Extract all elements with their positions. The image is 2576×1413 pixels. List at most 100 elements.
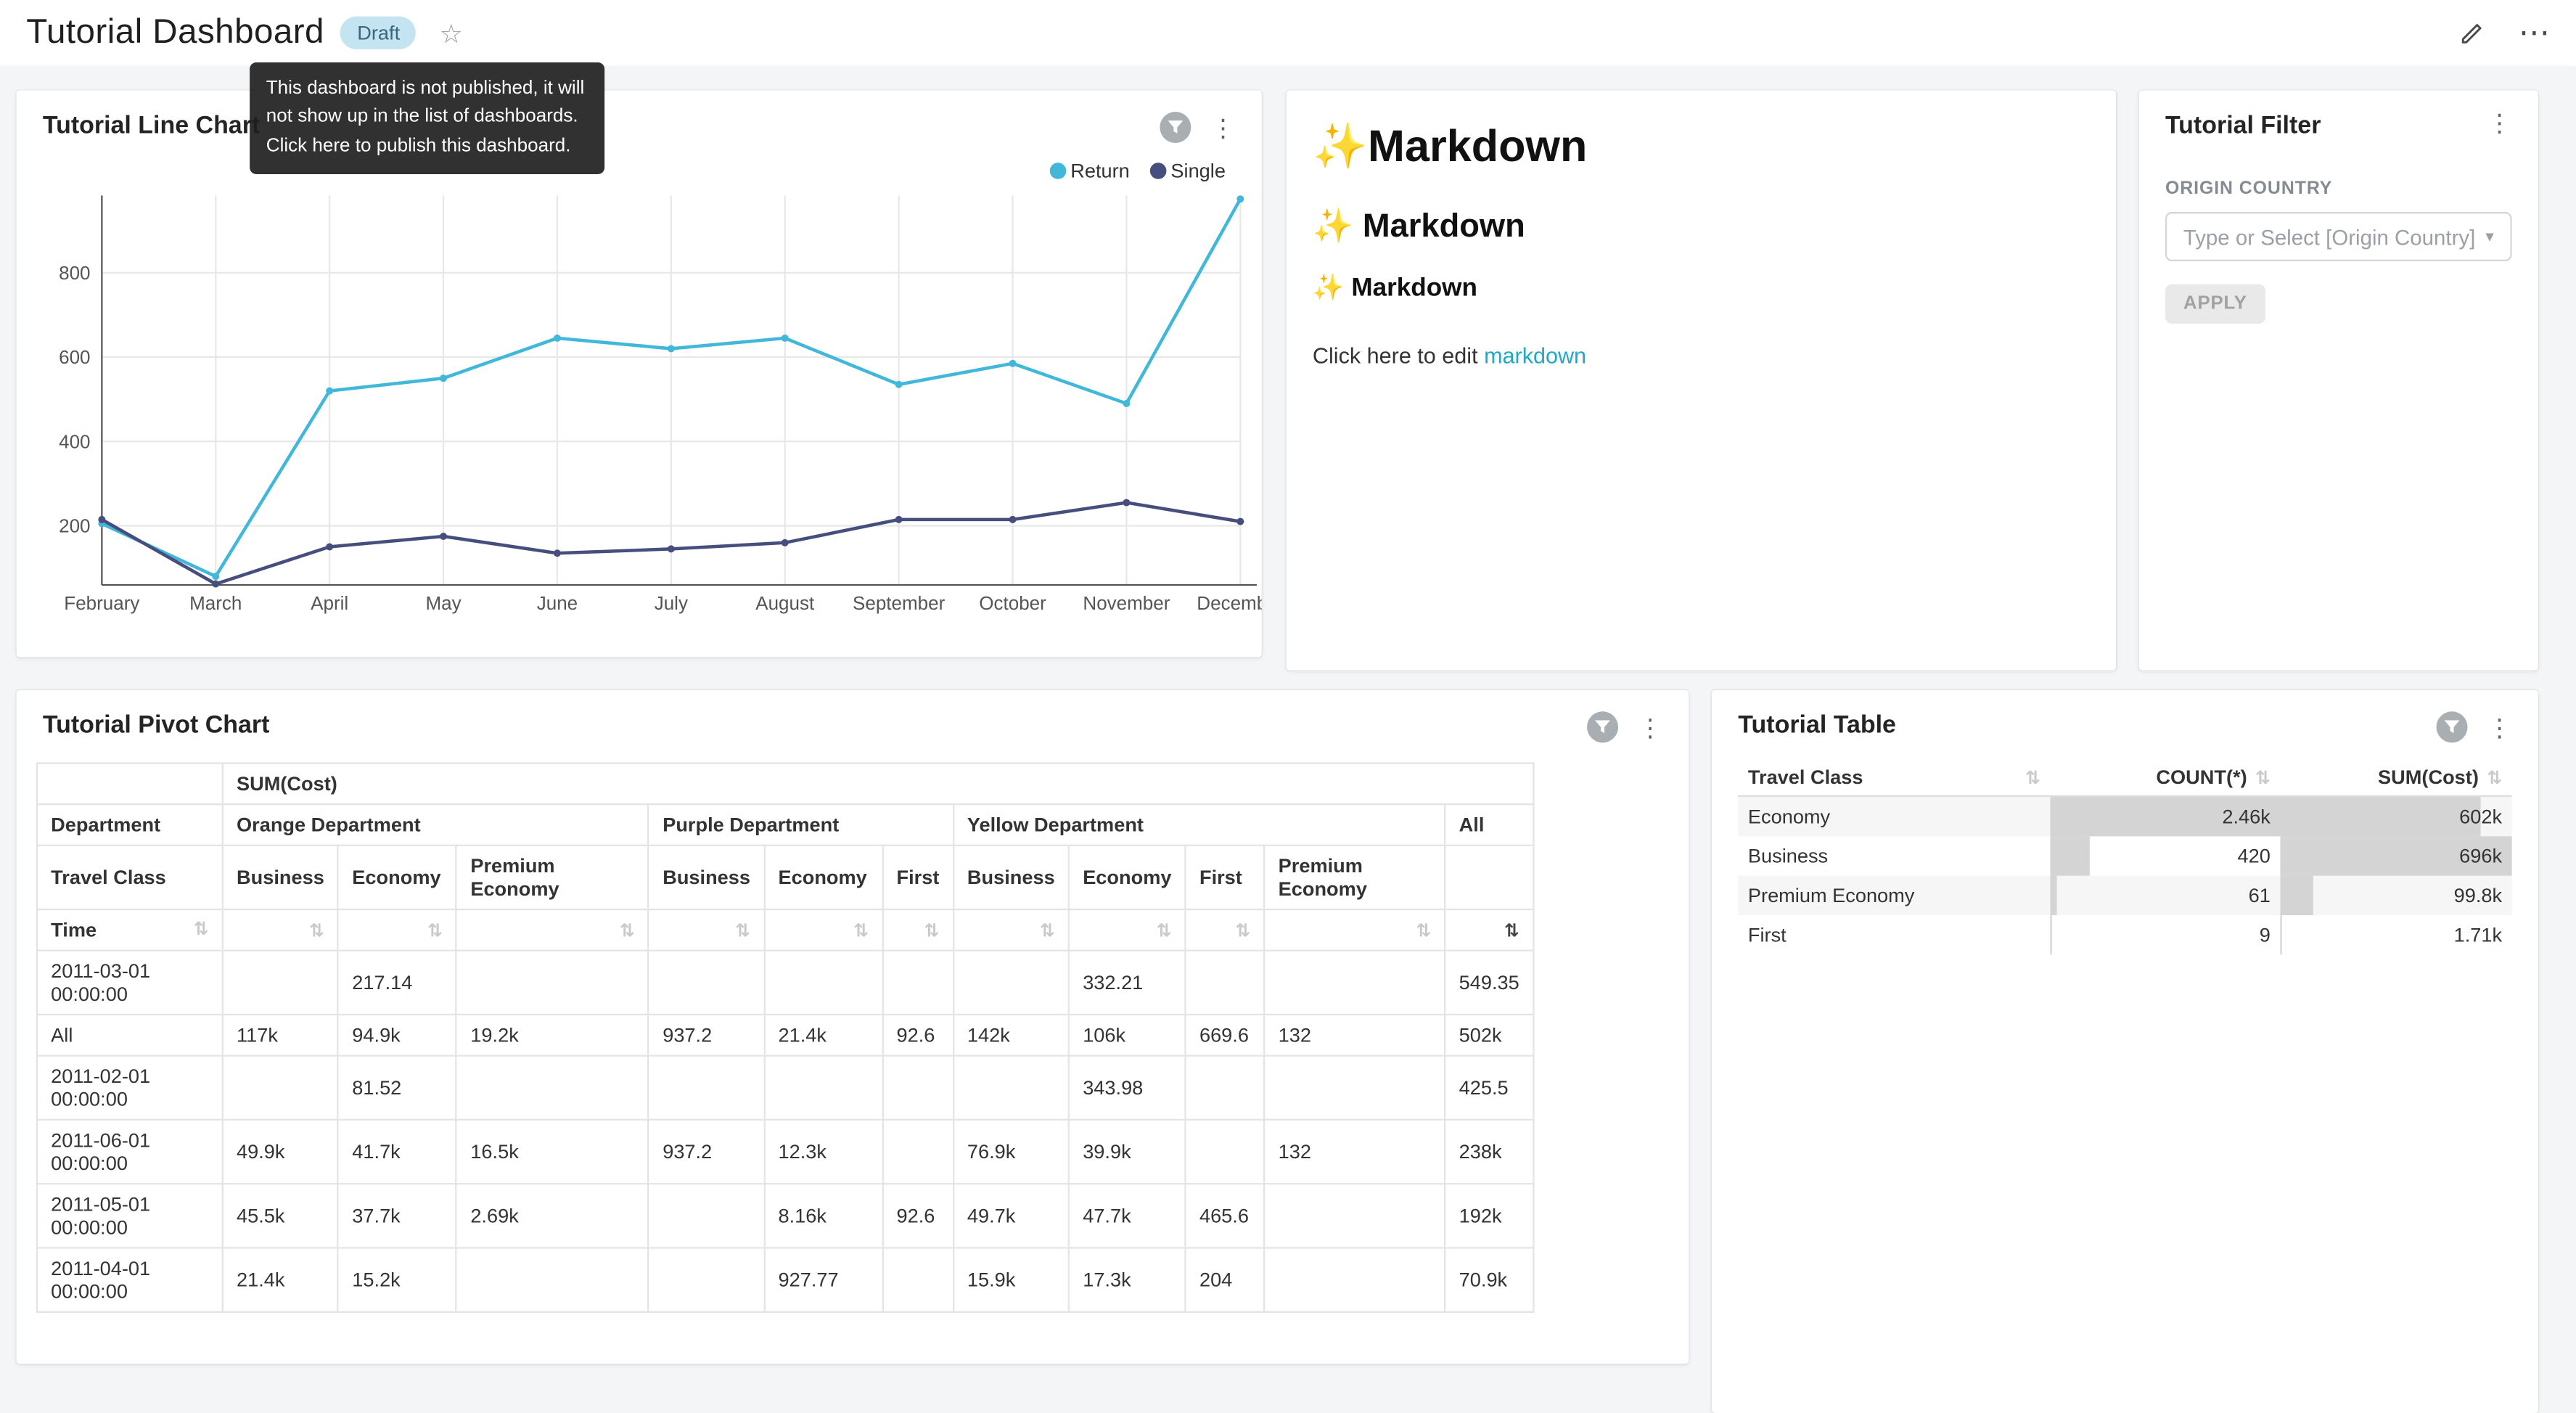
column-header-count[interactable]: COUNT(*)⇅ <box>2050 759 2280 796</box>
cell-count: 9 <box>2050 915 2280 954</box>
value-bar <box>2050 876 2056 915</box>
sort-icon[interactable]: ⇅ <box>1040 920 1055 941</box>
filter-menu-icon[interactable]: ⋮ <box>2487 112 2512 135</box>
pivot-cell <box>882 951 953 1015</box>
pivot-cell <box>1186 951 1265 1015</box>
svg-text:May: May <box>425 592 461 614</box>
pivot-row: 2011-03-01 00:00:00217.14332.21549.35 <box>37 951 1533 1015</box>
sort-icon[interactable]: ⇅ <box>194 919 209 940</box>
pivot-class-label: Travel Class <box>37 845 223 909</box>
pivot-cell: 19.2k <box>456 1015 649 1056</box>
pivot-measure-header: SUM(Cost) <box>223 763 1533 805</box>
pivot-dept-label: Department <box>37 804 223 845</box>
svg-text:November: November <box>1083 592 1170 614</box>
pivot-cell <box>649 1184 764 1248</box>
unpublished-tooltip[interactable]: This dashboard is not published, it will… <box>250 62 604 173</box>
pivot-cell: 8.16k <box>764 1184 882 1248</box>
dashboard-header: Tutorial Dashboard Draft ☆ ⋯ <box>0 0 2576 66</box>
pivot-class-header: Business <box>649 845 764 909</box>
table-chart-card: Tutorial Table ⋮ Travel Class⇅COUNT(*)⇅S… <box>1712 690 2538 1413</box>
more-options-icon[interactable]: ⋯ <box>2519 25 2550 41</box>
origin-country-select[interactable]: Type or Select [Origin Country] ▾ <box>2165 212 2512 261</box>
sort-icon[interactable]: ⇅ <box>309 920 324 941</box>
pivot-cell: 39.9k <box>1069 1120 1186 1184</box>
pivot-cell: 549.35 <box>1445 951 1533 1015</box>
draft-status-badge[interactable]: Draft <box>341 17 417 49</box>
svg-text:August: August <box>755 592 815 614</box>
svg-text:June: June <box>537 592 578 614</box>
data-table: Travel Class⇅COUNT(*)⇅SUM(Cost)⇅Economy2… <box>1738 759 2511 954</box>
pivot-class-header: Premium Economy <box>1264 845 1445 909</box>
svg-text:July: July <box>655 592 688 614</box>
line-chart-plot[interactable]: 200400600800FebruaryMarchAprilMayJuneJul… <box>17 179 1262 658</box>
pivot-cell <box>882 1056 953 1120</box>
sort-icon[interactable]: ⇅ <box>2025 766 2040 787</box>
pivot-cell: 45.5k <box>223 1184 338 1248</box>
sort-desc-icon[interactable]: ⇅ <box>1504 920 1519 941</box>
origin-country-label: ORIGIN COUNTRY <box>2165 179 2512 199</box>
edit-dashboard-icon[interactable] <box>2458 19 2485 46</box>
sort-icon[interactable]: ⇅ <box>735 920 750 941</box>
pivot-cell <box>649 1056 764 1120</box>
column-header-travel-class[interactable]: Travel Class⇅ <box>1738 759 2050 796</box>
cell-travel-class: Premium Economy <box>1738 876 2050 915</box>
favorite-star-icon[interactable]: ☆ <box>439 17 462 49</box>
sort-icon[interactable]: ⇅ <box>427 920 443 941</box>
svg-text:600: 600 <box>59 346 90 368</box>
pivot-cell: 132 <box>1264 1120 1445 1184</box>
pivot-cell: 192k <box>1445 1184 1533 1248</box>
markdown-edit-link[interactable]: markdown <box>1484 343 1586 368</box>
markdown-h1: ✨Markdown <box>1313 120 2090 172</box>
applied-filter-icon[interactable] <box>2437 711 2468 742</box>
pivot-cell: 21.4k <box>764 1015 882 1056</box>
column-header-sum[interactable]: SUM(Cost)⇅ <box>2280 759 2511 796</box>
pivot-table: SUM(Cost)DepartmentOrange DepartmentPurp… <box>36 762 1534 1312</box>
pivot-cell: 238k <box>1445 1120 1533 1184</box>
svg-text:200: 200 <box>59 515 90 537</box>
pivot-class-header: Premium Economy <box>456 845 649 909</box>
pivot-dept-row: DepartmentOrange DepartmentPurple Depart… <box>37 804 1533 845</box>
cell-count: 420 <box>2050 836 2280 875</box>
pivot-class-header: Economy <box>1069 845 1186 909</box>
pivot-cell: 15.9k <box>953 1248 1069 1312</box>
sort-icon[interactable]: ⇅ <box>1157 920 1172 941</box>
pivot-cell: 92.6 <box>882 1184 953 1248</box>
pivot-cell: 927.77 <box>764 1248 882 1312</box>
sort-icon[interactable]: ⇅ <box>924 920 940 941</box>
sort-icon[interactable]: ⇅ <box>1235 920 1250 941</box>
sort-icon[interactable]: ⇅ <box>853 920 869 941</box>
sort-icon[interactable]: ⇅ <box>1416 920 1431 941</box>
sort-icon[interactable]: ⇅ <box>620 920 635 941</box>
svg-text:March: March <box>189 592 242 614</box>
line-chart-title: Tutorial Line Chart <box>43 112 260 139</box>
chart-menu-icon[interactable]: ⋮ <box>2487 716 2512 739</box>
pivot-class-header: First <box>882 845 953 909</box>
pivot-cell <box>953 1056 1069 1120</box>
applied-filter-icon[interactable] <box>1587 711 1618 742</box>
line-chart-svg[interactable]: 200400600800FebruaryMarchAprilMayJuneJul… <box>17 179 1262 658</box>
pivot-row-label: 2011-03-01 00:00:00 <box>37 951 223 1015</box>
applied-filter-icon[interactable] <box>1160 112 1191 143</box>
pivot-cell <box>223 951 338 1015</box>
pivot-row-label: 2011-02-01 00:00:00 <box>37 1056 223 1120</box>
value-bar <box>2280 915 2281 954</box>
svg-text:400: 400 <box>59 430 90 452</box>
dashboard-viewport: Tutorial Dashboard Draft ☆ ⋯ This dashbo… <box>0 0 2576 1401</box>
pivot-cell: 937.2 <box>649 1120 764 1184</box>
pivot-row-label: All <box>37 1015 223 1056</box>
legend-dot-icon <box>1149 163 1166 179</box>
sort-icon[interactable]: ⇅ <box>2255 766 2271 787</box>
apply-button[interactable]: APPLY <box>2165 284 2265 324</box>
pivot-cell <box>1186 1056 1265 1120</box>
pivot-cell: 465.6 <box>1186 1184 1265 1248</box>
chart-menu-icon[interactable]: ⋮ <box>1211 116 1236 139</box>
chart-menu-icon[interactable]: ⋮ <box>1638 716 1662 739</box>
filter-card: Tutorial Filter ⋮ ORIGIN COUNTRY Type or… <box>2139 91 2538 671</box>
pivot-cell: 15.2k <box>338 1248 456 1312</box>
pivot-cell <box>456 1248 649 1312</box>
sort-icon[interactable]: ⇅ <box>2487 766 2502 787</box>
cell-sum: 602k <box>2280 797 2511 836</box>
cell-count: 2.46k <box>2050 797 2280 836</box>
pivot-corner-cell <box>37 763 223 805</box>
pivot-cell <box>1264 1056 1445 1120</box>
